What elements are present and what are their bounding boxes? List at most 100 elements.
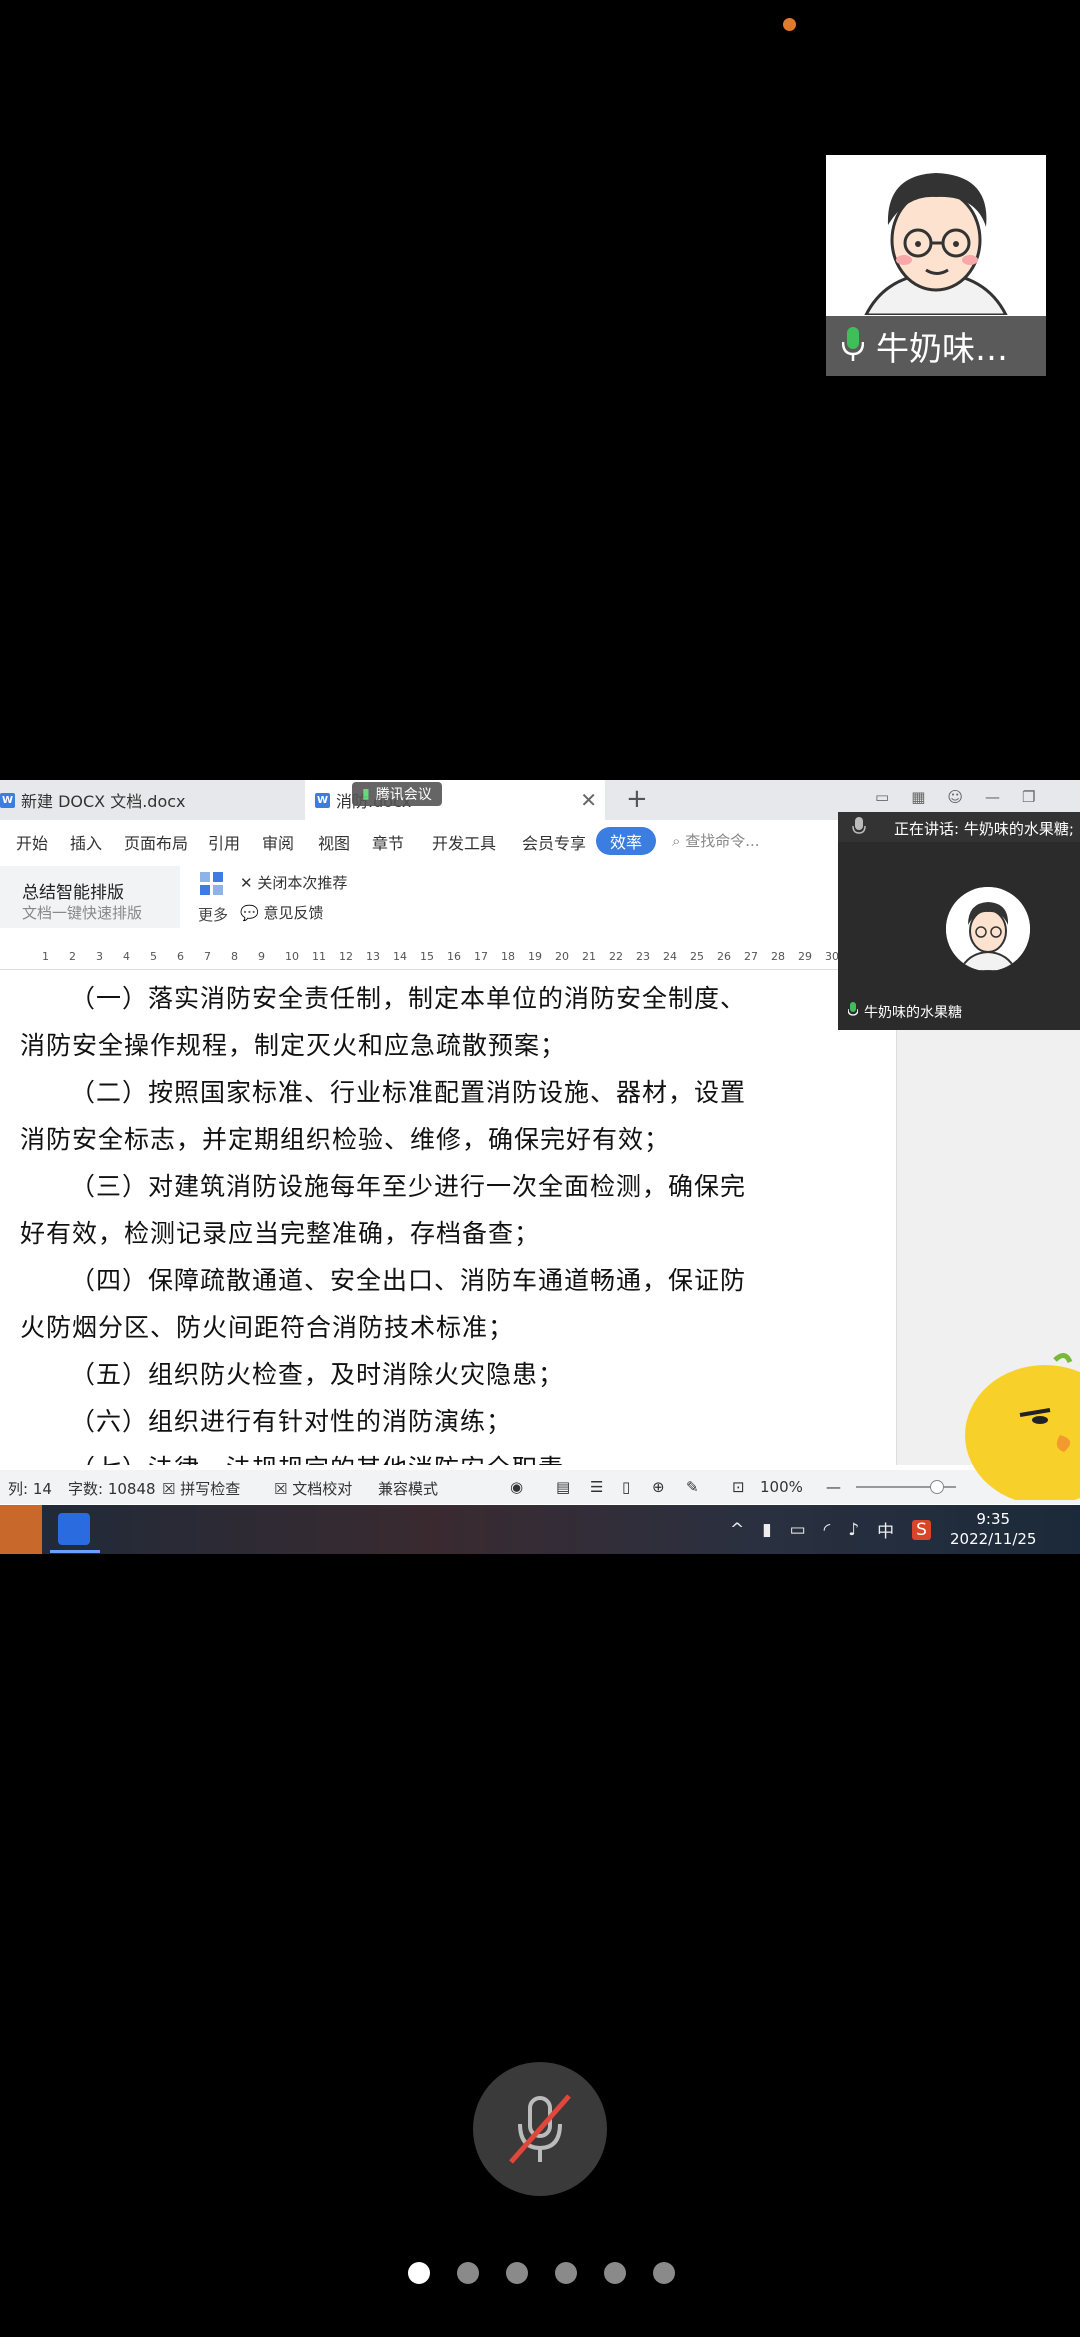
- mic-muted-icon: [509, 2094, 571, 2164]
- new-tab-button[interactable]: +: [626, 784, 648, 814]
- feedback-button[interactable]: 💬 意见反馈: [240, 902, 323, 923]
- ruler-tick: 5: [150, 950, 157, 963]
- wechat-icon[interactable]: [0, 1505, 42, 1554]
- meeting-pill-label: 腾讯会议: [375, 787, 432, 803]
- ruler-tick: 11: [312, 950, 326, 963]
- restore-icon[interactable]: ❐: [1022, 788, 1035, 806]
- mute-button[interactable]: [473, 2062, 607, 2196]
- close-icon[interactable]: ✕: [580, 788, 597, 812]
- more-button[interactable]: 更多: [198, 904, 228, 925]
- page-dot[interactable]: [653, 2262, 675, 2284]
- recording-indicator: [783, 18, 796, 31]
- ruler-tick: 20: [555, 950, 569, 963]
- ruler-tick: 25: [690, 950, 704, 963]
- spell-check-button[interactable]: ☒ 拼写检查: [162, 1478, 240, 1499]
- apps-grid-icon[interactable]: [200, 872, 224, 896]
- ime-indicator[interactable]: 中: [877, 1517, 894, 1542]
- menu-chapter[interactable]: 章节: [372, 830, 404, 854]
- taskbar: ^ ▮ ▭ ◜ ♪ 中 S 9:35 2022/11/25: [0, 1505, 1080, 1554]
- meeting-pill[interactable]: ▮ 腾讯会议: [352, 782, 442, 806]
- zoom-level[interactable]: 100%: [760, 1478, 803, 1496]
- doc-line: 好有效，检测记录应当完整准确，存档备查；: [20, 1219, 541, 1248]
- close-icon: ✕: [240, 874, 258, 892]
- doc-line: 消防安全操作规程，制定灭火和应急疏散预案；: [20, 1031, 567, 1060]
- ruler-tick: 23: [636, 950, 650, 963]
- system-tray: ^ ▮ ▭ ◜ ♪ 中 S: [730, 1517, 931, 1542]
- mic-icon: [841, 327, 865, 365]
- page-dot[interactable]: [457, 2262, 479, 2284]
- speaker-header: 正在讲话: 牛奶味的水果糖;: [838, 812, 1080, 842]
- zoom-slider-handle[interactable]: [930, 1480, 944, 1494]
- ruler-tick: 12: [339, 950, 353, 963]
- doc-line: （五）组织防火检查，及时消除火灾隐患；: [70, 1360, 565, 1389]
- checkbox-icon: ☒: [274, 1480, 293, 1498]
- sogou-icon[interactable]: S: [912, 1519, 931, 1540]
- web-view-icon[interactable]: ⊕: [652, 1478, 665, 1496]
- speaker-panel[interactable]: 正在讲话: 牛奶味的水果糖; 牛奶味的水果糖: [838, 812, 1080, 1030]
- close-recommend-button[interactable]: ✕ 关闭本次推荐: [240, 872, 347, 893]
- cursor-column: 列: 14: [8, 1480, 52, 1498]
- wifi-icon[interactable]: ◜: [824, 1520, 831, 1540]
- close-recommend-label: 关闭本次推荐: [257, 874, 348, 892]
- doc-proof-button[interactable]: ☒ 文档校对: [274, 1478, 352, 1499]
- menu-member[interactable]: 会员专享: [522, 830, 586, 854]
- outline-view-icon[interactable]: ☰: [590, 1478, 603, 1496]
- ruler-tick: 7: [204, 950, 211, 963]
- menu-efficiency[interactable]: 效率: [596, 827, 657, 855]
- ruler: 1 2 3 4 5 6 7 8 9 10 11 12 13 14 15 16 17 18 19 20 21 22 23 24 2…: [0, 945, 840, 970]
- document-page[interactable]: （一）落实消防安全责任制，制定本单位的消防安全制度、 消防安全操作规程，制定灭火…: [0, 975, 896, 1465]
- menu-insert[interactable]: 插入: [70, 830, 102, 854]
- doc-proof-label: 文档校对: [292, 1480, 353, 1498]
- ruler-tick: 10: [285, 950, 299, 963]
- minimize-icon[interactable]: —: [985, 788, 1000, 806]
- meeting-app-icon[interactable]: [58, 1513, 90, 1545]
- tab-doc-fire[interactable]: W 消防.docx ✕: [305, 780, 605, 820]
- battery-icon[interactable]: ▭: [790, 1520, 806, 1540]
- clock[interactable]: 9:35 2022/11/25: [950, 1509, 1036, 1549]
- menu-reference[interactable]: 引用: [208, 830, 240, 854]
- grid-icon[interactable]: ▦: [911, 788, 925, 806]
- word-icon: W: [315, 792, 330, 808]
- volume-icon[interactable]: ♪: [848, 1520, 859, 1540]
- mic-tray-icon[interactable]: ▮: [762, 1520, 771, 1540]
- ruler-tick: 8: [231, 950, 238, 963]
- page-dot[interactable]: [408, 2262, 430, 2284]
- page-dot[interactable]: [604, 2262, 626, 2284]
- menu-layout[interactable]: 页面布局: [124, 830, 188, 854]
- ruler-tick: 13: [366, 950, 380, 963]
- ruler-tick: 16: [447, 950, 461, 963]
- command-search[interactable]: ⌕ 查找命令...: [672, 830, 760, 851]
- menu-devtools[interactable]: 开发工具: [432, 830, 496, 854]
- ruler-tick: 3: [96, 950, 103, 963]
- chevron-up-icon[interactable]: ^: [730, 1520, 744, 1540]
- layout-icon[interactable]: ▭: [875, 788, 889, 806]
- ruler-tick: 4: [123, 950, 130, 963]
- zoom-out-icon[interactable]: —: [826, 1478, 841, 1496]
- doc-line: （七）法律、法规规定的其他消防安全职责: [20, 1445, 780, 1465]
- pen-icon[interactable]: ✎: [686, 1478, 699, 1496]
- participant-video-tile[interactable]: 牛奶味…: [826, 155, 1046, 376]
- eye-icon[interactable]: ◉: [510, 1478, 523, 1496]
- ruler-tick: 26: [717, 950, 731, 963]
- participant-name: 牛奶味…: [876, 329, 1008, 368]
- doc-line: （三）对建筑消防设施每年至少进行一次全面检测，确保完: [70, 1172, 747, 1201]
- menu-view[interactable]: 视图: [318, 830, 350, 854]
- word-icon: W: [0, 792, 15, 808]
- page-dot[interactable]: [555, 2262, 577, 2284]
- read-view-icon[interactable]: ▯: [622, 1478, 630, 1496]
- page-view-icon[interactable]: ▤: [556, 1478, 570, 1496]
- menu-review[interactable]: 审阅: [262, 830, 294, 854]
- comment-icon: 💬: [240, 904, 264, 922]
- smart-layout-card[interactable]: 总结智能排版 文档一键快速排版: [0, 866, 180, 928]
- active-indicator: [50, 1550, 100, 1553]
- ruler-tick: 18: [501, 950, 515, 963]
- page-dot[interactable]: [506, 2262, 528, 2284]
- word-count[interactable]: 字数: 10848: [68, 1478, 156, 1499]
- tab-doc-new[interactable]: W 新建 DOCX 文档.docx: [0, 780, 300, 820]
- mic-icon: [852, 817, 866, 841]
- user-icon[interactable]: ☺: [947, 788, 963, 806]
- fit-icon[interactable]: ⊡: [732, 1478, 745, 1496]
- doc-line: （四）保障疏散通道、安全出口、消防车通道畅通，保证防: [70, 1266, 747, 1295]
- menu-home[interactable]: 开始: [16, 830, 48, 854]
- doc-line: （一）落实消防安全责任制，制定本单位的消防安全制度、: [70, 984, 747, 1013]
